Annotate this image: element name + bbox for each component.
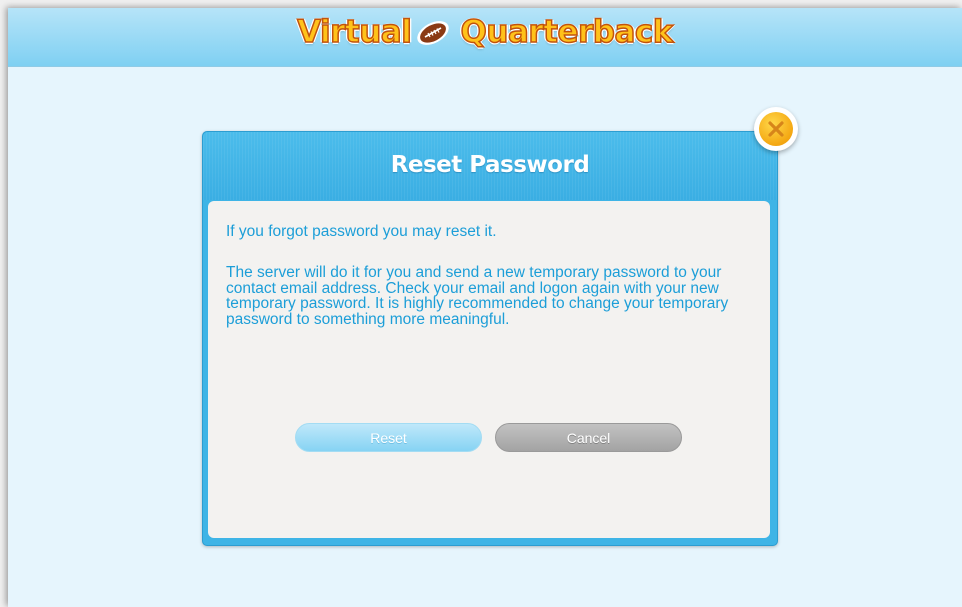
close-button-face bbox=[759, 112, 793, 146]
close-icon bbox=[768, 121, 784, 137]
dialog-header: Reset Password bbox=[203, 132, 777, 200]
reset-password-dialog: Reset Password If you forgot password yo… bbox=[202, 131, 778, 546]
close-button[interactable] bbox=[754, 107, 798, 151]
cancel-button[interactable]: Cancel bbox=[495, 423, 682, 452]
top-header-bar: Virtual Quarterback bbox=[8, 8, 962, 67]
dialog-title: Reset Password bbox=[390, 152, 590, 178]
app-logo: Virtual Quarterback bbox=[8, 13, 962, 51]
instructions-text: The server will do it for you and send a… bbox=[226, 264, 729, 328]
logo-word-quarterback: Quarterback bbox=[460, 13, 674, 51]
football-icon bbox=[417, 21, 450, 45]
dialog-body: If you forgot password you may reset it.… bbox=[208, 201, 770, 538]
app-window: Virtual Quarterback Reset Password If yo… bbox=[8, 8, 962, 607]
logo-word-virtual: Virtual bbox=[296, 13, 412, 51]
reset-button[interactable]: Reset bbox=[295, 423, 482, 452]
intro-text: If you forgot password you may reset it. bbox=[226, 223, 497, 240]
